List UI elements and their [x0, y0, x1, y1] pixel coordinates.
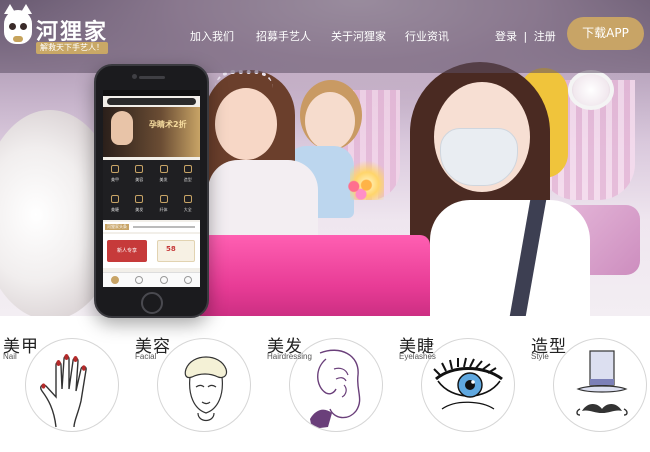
category-subtitle: Eyelashes [399, 352, 436, 361]
profile-tab-icon [183, 276, 192, 284]
category-icon [159, 165, 168, 173]
download-app-button[interactable]: 下载APP [567, 17, 644, 50]
category-icon [183, 195, 192, 203]
register-link[interactable]: 注册 [534, 30, 556, 43]
app-grid-item: 美睫 [103, 190, 127, 220]
category-icon [183, 165, 192, 173]
app-banner: 孕睛术2折 [103, 107, 200, 157]
app-grid-item: 美发 [127, 190, 151, 220]
login-link[interactable]: 登录 [495, 30, 517, 43]
hand-nail-icon[interactable] [25, 338, 119, 432]
app-grid-item: 纤体 [152, 190, 176, 220]
grid-label: 美发 [159, 177, 168, 182]
status-bar [103, 90, 200, 96]
category-icon [111, 195, 119, 203]
brand-slogan: 解救天下手艺人！ [36, 42, 108, 54]
flower-basket [343, 176, 379, 202]
news-line [133, 226, 195, 228]
login-register: 登录 | 注册 [495, 28, 556, 44]
nav-recruit-artisans[interactable]: 招募手艺人 [256, 28, 311, 44]
camera-icon [132, 74, 137, 79]
category-nail[interactable]: 美甲 Nail [0, 316, 130, 452]
category-subtitle: Nail [3, 352, 17, 361]
model-photo [111, 111, 133, 145]
category-facial[interactable]: 美容 Facial [132, 316, 262, 452]
category-style[interactable]: 造型 Style [528, 316, 650, 452]
face-facial-icon[interactable] [157, 338, 251, 432]
category-subtitle: Style [531, 352, 549, 361]
nav-join-us[interactable]: 加入我们 [190, 28, 234, 44]
beaver-logo-icon[interactable] [4, 4, 32, 44]
speaker-grille [139, 76, 165, 79]
app-grid-item: 造型 [176, 160, 200, 190]
child-face [215, 88, 277, 160]
app-tab-bar [103, 272, 200, 287]
category-hairdressing[interactable]: 美发 Hairdressing [264, 316, 394, 452]
grid-label: 美发 [135, 207, 144, 212]
phone-mockup: 孕睛术2折 美甲 美容 美发 造型 美睫 美发 纤体 大全 河狸家头条 新人专享… [94, 64, 209, 318]
grid-label: 大全 [183, 207, 192, 212]
coupon-amount: 58 [166, 245, 176, 253]
phone-screen: 孕睛术2折 美甲 美容 美发 造型 美睫 美发 纤体 大全 河狸家头条 新人专享… [103, 90, 200, 287]
round-window [568, 70, 614, 110]
category-icon [135, 165, 144, 173]
app-grid-item: 美发 [152, 160, 176, 190]
category-eyelashes[interactable]: 美睫 Eyelashes [396, 316, 526, 452]
home-button [141, 292, 163, 314]
app-grid-item: 大全 [176, 190, 200, 220]
category-subtitle: Hairdressing [267, 352, 312, 361]
app-grid-item: 美容 [127, 160, 151, 190]
order-tab-icon [159, 276, 168, 284]
face-mask [440, 128, 518, 186]
app-promo-row: 新人专享 58 [103, 234, 200, 268]
nav-separator: | [523, 30, 528, 43]
new-user-promo: 新人专享 [107, 240, 147, 262]
category-icon [135, 195, 144, 203]
app-category-grid: 美甲 美容 美发 造型 美睫 美发 纤体 大全 [103, 160, 200, 220]
grid-label: 造型 [183, 177, 192, 182]
top-header: 河狸家 解救天下手艺人！ 加入我们 招募手艺人 关于河狸家 行业资讯 登录 | … [0, 0, 650, 73]
grid-label: 美甲 [111, 177, 119, 182]
hat-mustache-icon[interactable] [553, 338, 647, 432]
nav-about[interactable]: 关于河狸家 [331, 28, 386, 44]
coupon-card: 58 [157, 240, 195, 262]
app-grid-item: 美甲 [103, 160, 127, 190]
category-subtitle: Facial [135, 352, 157, 361]
category-icon [111, 165, 119, 173]
grid-label: 美容 [135, 177, 144, 182]
nav-industry-news[interactable]: 行业资讯 [405, 28, 449, 44]
category-icon [159, 195, 168, 203]
home-tab-icon [111, 276, 120, 284]
app-news-ticker: 河狸家头条 [103, 222, 200, 232]
grid-label: 美睫 [111, 207, 119, 212]
app-search-bar [107, 98, 196, 105]
news-tag: 河狸家头条 [105, 224, 129, 230]
grid-label: 纤体 [159, 207, 168, 212]
discover-tab-icon [135, 276, 144, 284]
child-face [305, 92, 355, 150]
woman-shirt [430, 200, 590, 316]
banner-promo-text: 孕睛术2折 [149, 120, 187, 129]
manicure-table [200, 235, 430, 316]
